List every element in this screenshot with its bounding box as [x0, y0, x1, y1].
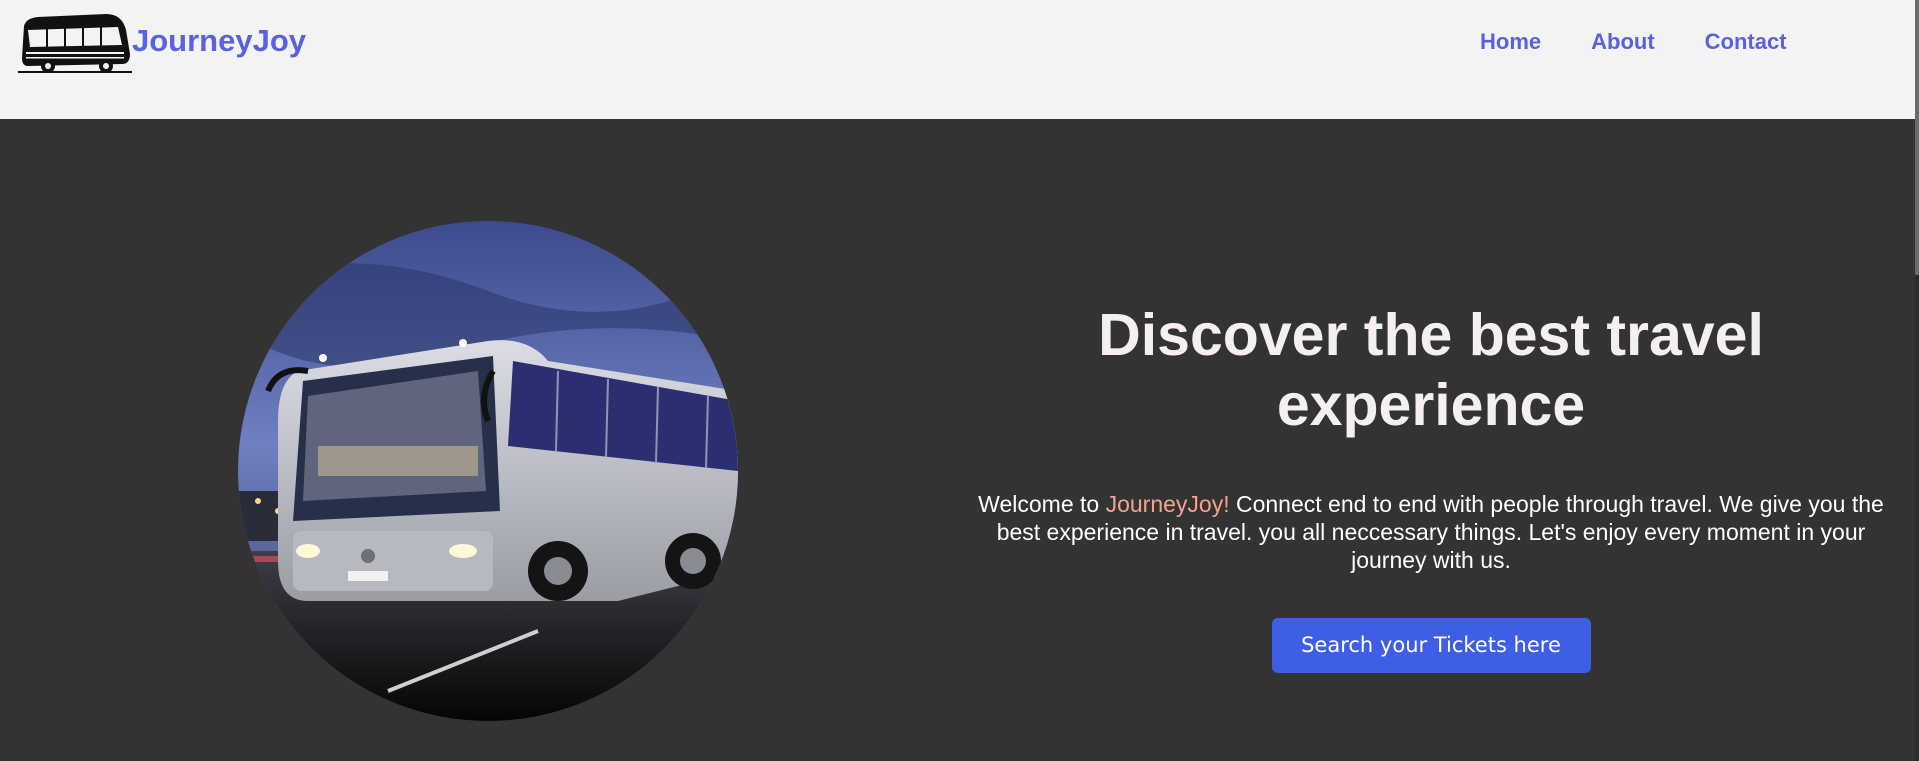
search-tickets-button[interactable]: Search your Tickets here — [1271, 618, 1591, 673]
nav-link-contact[interactable]: Contact — [1705, 29, 1787, 55]
hero-description: Welcome to JourneyJoy! Connect end to en… — [962, 490, 1900, 574]
brand-link[interactable]: JourneyJoy — [18, 12, 306, 74]
navbar: JourneyJoy Home About Contact — [0, 0, 1919, 119]
brand-name: JourneyJoy — [132, 23, 307, 58]
hero-intro-prefix: Welcome to — [978, 491, 1106, 517]
scrollbar[interactable] — [1915, 0, 1919, 761]
scrollbar-thumb[interactable] — [1915, 0, 1919, 275]
nav-links: Home About Contact — [1480, 29, 1837, 55]
bus-logo-icon — [18, 14, 132, 73]
hero-image — [238, 221, 738, 721]
hero-content: Discover the best travel experience Welc… — [962, 300, 1900, 673]
hero-brand-highlight: JourneyJoy! — [1105, 491, 1230, 517]
hero-title: Discover the best travel experience — [1098, 302, 1764, 438]
nav-link-about[interactable]: About — [1591, 29, 1655, 55]
nav-link-home[interactable]: Home — [1480, 29, 1541, 55]
bus-photo — [238, 221, 738, 721]
